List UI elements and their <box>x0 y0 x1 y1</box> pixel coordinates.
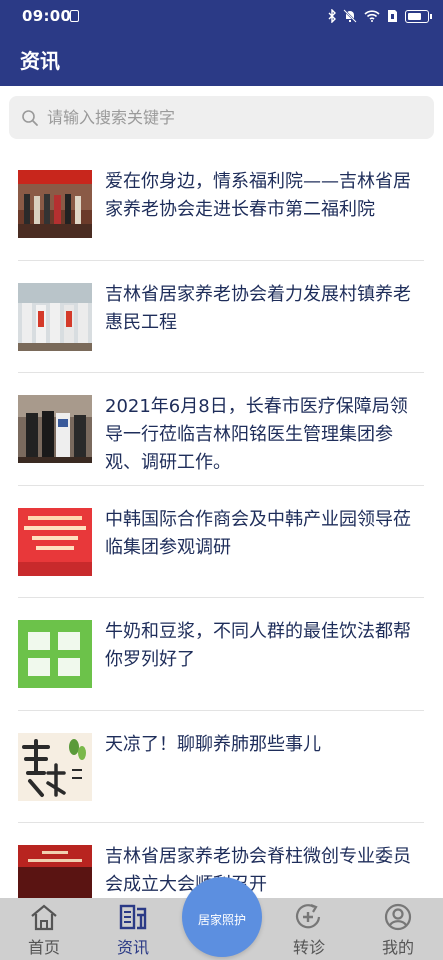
news-title: 2021年6月8日，长春市医疗保障局领导一行莅临吉林阳铭医生管理集团参观、调研工… <box>105 396 408 473</box>
news-thumbnail <box>18 282 92 351</box>
page-title: 资讯 <box>20 49 60 73</box>
news-thumbnail <box>18 507 92 576</box>
news-item[interactable]: 牛奶和豆浆，不同人群的最佳饮法都帮你罗列好了 <box>18 598 424 711</box>
news-title: 中韩国际合作商会及中韩产业园领导莅临集团参观调研 <box>105 508 411 558</box>
home-icon <box>31 904 57 931</box>
news-title: 牛奶和豆浆，不同人群的最佳饮法都帮你罗列好了 <box>105 621 411 670</box>
mute-bell-icon <box>343 9 357 23</box>
tab-mine[interactable]: 我的 <box>363 898 433 960</box>
tab-mine-label: 我的 <box>381 938 414 957</box>
notification-icon <box>70 10 79 22</box>
news-thumbnail <box>18 395 92 463</box>
referral-icon <box>295 903 321 929</box>
news-thumbnail <box>18 170 92 238</box>
news-item[interactable]: 2021年6月8日，长春市医疗保障局领导一行莅临吉林阳铭医生管理集团参观、调研工… <box>18 373 424 486</box>
status-time: 09:00 <box>22 7 72 25</box>
profile-icon <box>384 903 412 931</box>
bluetooth-icon <box>328 9 336 23</box>
news-item[interactable]: 天凉了！聊聊养肺那些事儿 <box>18 711 424 823</box>
tab-home-label: 首页 <box>27 938 60 957</box>
search-input[interactable] <box>45 107 409 128</box>
home-care-label: 居家照护 <box>197 912 246 927</box>
news-item[interactable]: 吉林省居家养老协会着力发展村镇养老惠民工程 <box>18 261 424 373</box>
status-icons <box>328 6 432 26</box>
search-icon <box>22 109 38 126</box>
status-bar: 09:00 <box>0 0 443 32</box>
battery-icon <box>405 9 432 23</box>
tab-news-label: 资讯 <box>116 938 149 957</box>
news-list: 爱在你身边，情系福利院——吉林省居家养老协会走进长春市第二福利院 吉林省居家养老… <box>18 148 424 936</box>
search-bar[interactable] <box>9 96 434 139</box>
news-thumbnail <box>18 620 92 688</box>
tab-home[interactable]: 首页 <box>9 898 79 960</box>
app-header: 09:00 资讯 <box>0 0 443 86</box>
news-thumbnail <box>18 732 92 801</box>
news-title: 天凉了！聊聊养肺那些事儿 <box>105 733 321 755</box>
news-item[interactable]: 中韩国际合作商会及中韩产业园领导莅临集团参观调研 <box>18 486 424 598</box>
sim-icon <box>388 10 397 22</box>
tab-news[interactable]: 资讯 <box>98 898 168 960</box>
home-care-button[interactable]: 居家照护 <box>182 877 262 957</box>
wifi-icon <box>364 10 380 22</box>
tab-referral[interactable]: 转诊 <box>274 898 344 960</box>
news-title: 爱在你身边，情系福利院——吉林省居家养老协会走进长春市第二福利院 <box>105 171 411 220</box>
news-title: 吉林省居家养老协会着力发展村镇养老惠民工程 <box>105 283 411 333</box>
news-item[interactable]: 爱在你身边，情系福利院——吉林省居家养老协会走进长春市第二福利院 <box>18 148 424 261</box>
news-title: 吉林省居家养老协会脊柱微创专业委员会成立大会顺利召开 <box>105 846 411 895</box>
tab-referral-label: 转诊 <box>292 938 325 957</box>
news-icon <box>119 904 147 930</box>
